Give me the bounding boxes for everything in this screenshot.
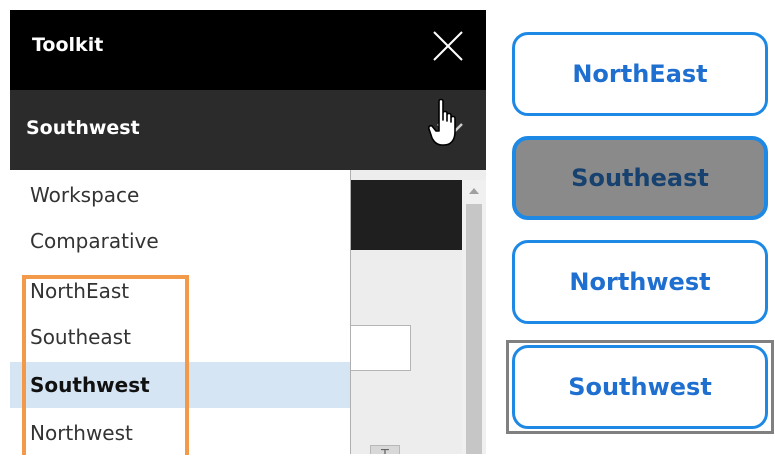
dropdown-option-label: Northwest — [30, 421, 133, 445]
dropdown-option-label: NorthEast — [30, 279, 130, 303]
dropdown-option-label: Southeast — [30, 325, 131, 349]
scrollbar[interactable] — [462, 180, 486, 454]
region-select[interactable]: Southwest — [10, 90, 486, 170]
panel-text-button[interactable]: T — [370, 445, 400, 454]
dropdown-option-comparative[interactable]: Comparative — [10, 218, 350, 264]
northeast-button[interactable]: NorthEast — [512, 32, 768, 116]
dropdown-option-workspace[interactable]: Workspace — [10, 172, 350, 218]
region-dropdown-list: Workspace Comparative NorthEast Southeas… — [10, 170, 351, 454]
dropdown-option-label: Southwest — [30, 373, 150, 397]
northwest-button[interactable]: Northwest — [512, 240, 768, 324]
dropdown-option-label: Comparative — [30, 229, 159, 253]
close-icon[interactable] — [430, 28, 466, 64]
dropdown-option-southeast[interactable]: Southeast — [10, 314, 350, 360]
dropdown-option-northwest[interactable]: Northwest — [10, 410, 350, 456]
region-select-value: Southwest — [26, 117, 140, 139]
hand-cursor-icon — [428, 98, 456, 146]
toolkit-header: Toolkit — [10, 10, 486, 90]
scroll-up-icon[interactable] — [462, 180, 486, 202]
scrollbar-thumb[interactable] — [466, 204, 482, 454]
toolkit-title: Toolkit — [32, 34, 104, 56]
southeast-button[interactable]: Southeast — [512, 136, 768, 220]
dropdown-option-northeast[interactable]: NorthEast — [10, 268, 350, 314]
dropdown-option-label: Workspace — [30, 183, 140, 207]
southwest-button[interactable]: Southwest — [512, 345, 768, 429]
dropdown-option-southwest[interactable]: Southwest — [10, 362, 350, 408]
panel-section-header — [350, 180, 462, 250]
panel-input-field[interactable] — [350, 325, 411, 371]
